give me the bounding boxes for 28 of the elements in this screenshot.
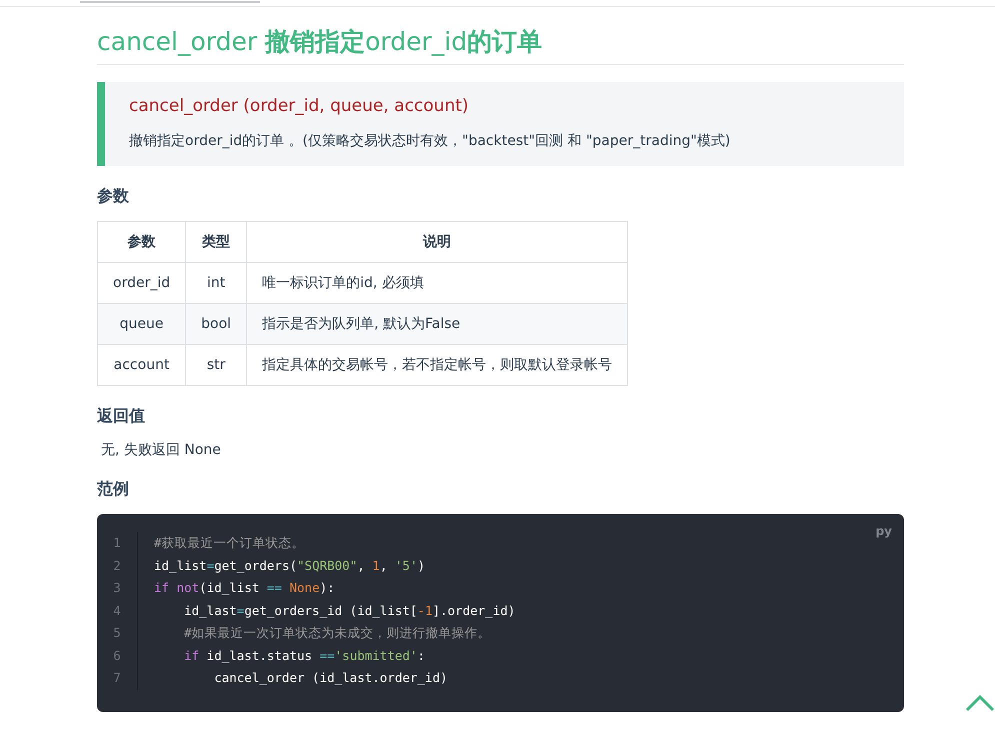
line-number: 7 (113, 669, 121, 687)
return-value-text: 无, 失败返回 None (101, 441, 222, 459)
chevron-up-icon[interactable] (965, 693, 995, 713)
code-line: if not(id_list == None): (154, 579, 336, 597)
section-heading: 范例 (97, 479, 130, 500)
line-number: 2 (113, 556, 121, 574)
code-line: if id_last.status =='submitted': (183, 646, 426, 665)
section-heading: 返回值 (97, 406, 146, 427)
code-line: cancel_order (id_last.order_id) (213, 669, 448, 687)
line-number: 6 (113, 646, 121, 664)
line-number: 4 (113, 602, 121, 620)
line-number: 5 (113, 624, 121, 642)
code-line: #获取最近一个订单状态。 (154, 534, 306, 552)
table-cell: str (186, 344, 247, 386)
column-header: 参数 (98, 222, 186, 262)
page-title: cancel_order 撤销指定order_id的订单 (97, 25, 904, 65)
code-line: id_list=get_orders("SQRB00", 1, '5') (154, 556, 426, 575)
table-cell: 指定具体的交易帐号，若不指定帐号，则取默认登录帐号 (246, 344, 628, 386)
column-header: 说明 (246, 222, 628, 262)
function-description: 撤销指定order_id的订单 。(仅策略交易状态时有效，"backtest"回测 和 "paper_trading"模式) (129, 132, 732, 150)
section-heading: 参数 (97, 186, 130, 207)
language-label: py (876, 524, 892, 538)
code-line: #如果最近一次订单状态为未成交，则进行撤单操作。 (183, 624, 492, 642)
line-number: 3 (113, 579, 121, 597)
line-number: 1 (113, 534, 121, 552)
table-cell: account (98, 344, 186, 386)
function-signature: cancel_order (order_id, queue, account) (129, 96, 470, 116)
code-line: id_last=get_orders_id (id_list[-1].order_id) (183, 602, 516, 620)
